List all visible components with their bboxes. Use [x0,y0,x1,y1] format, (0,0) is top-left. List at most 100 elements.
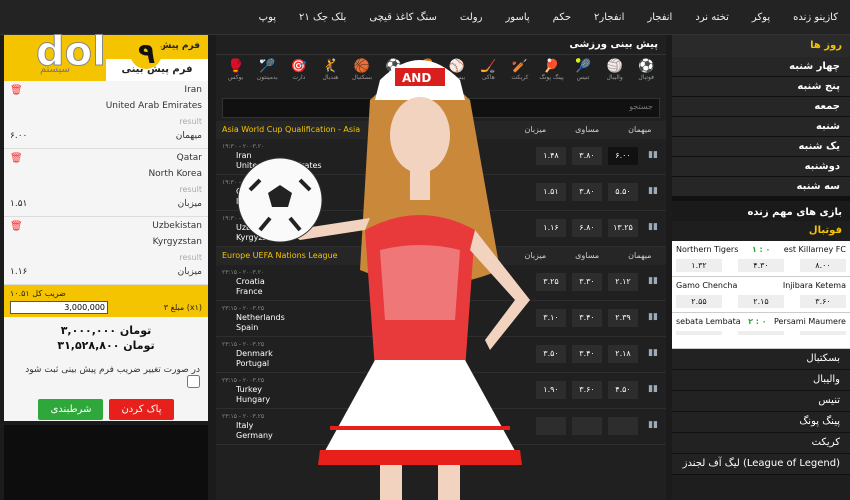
trash-icon[interactable]: 🗑 [10,153,23,164]
sport-link[interactable]: والیبال [672,370,850,391]
right-sidebar: روز ها چهار شنبه پنج شنبه جمعه شنبه یک شنبه د… [672,35,850,500]
top-nav-link[interactable]: پاسور [505,12,529,23]
live-match[interactable]: Gamo Chencha Injibara Ketema ۲.۵۵ ۲.۱۵ ۳.۶۰ [672,277,850,313]
day-item[interactable]: یک شنبه [672,137,850,157]
odds-change-option[interactable]: در صورت تغییر ضریب فرم پیش بینی ثبت شود [4,359,208,397]
day-item[interactable]: سه شنبه [672,177,850,197]
live-match[interactable]: sebata Lembata ۲ : ۰ Persami Maumere [672,313,850,349]
win-total: ۳۱,۵۲۸,۸۰۰ تومان [57,339,155,352]
live-odd-button[interactable]: ۳.۶۰ [800,295,846,308]
stats-icon[interactable]: ▮▮ [648,222,658,232]
live-odds: ۲.۵۵ ۲.۱۵ ۳.۶۰ [676,295,846,308]
live-score: ۱ : ۰ [751,245,771,254]
clear-button[interactable]: پاک کردن [109,399,174,420]
top-nav-link[interactable]: انفجار۲ [594,12,624,23]
banner-video[interactable] [4,425,208,500]
odd-button[interactable]: ۱۳.۲۵ [608,219,638,237]
bet-pick: میزبان [177,199,202,209]
svg-text:dol: dol [36,29,106,75]
stats-icon[interactable]: ▮▮ [648,276,658,286]
bet-slip-item: 🗑 Qatar North Korea result میزبان ۱.۵۱ [4,149,208,217]
odds-column-header: میهمان [628,125,652,134]
bet-result: result [179,253,202,262]
live-away: Persami Maumere [773,317,846,326]
odd-button[interactable]: ۶.۰۰ [608,147,638,165]
stats-icon[interactable]: ▮▮ [648,186,658,196]
live-odd-button[interactable]: ۲.۱۵ [738,295,784,308]
live-odd-button[interactable] [800,331,846,335]
top-nav-link[interactable]: تخته نرد [695,12,729,23]
site-logo[interactable]: dol ۹ [34,27,174,76]
bet-team-home: Uzbekistan [152,221,202,231]
bet-slip-actions: شرطبندی پاک کردن [4,397,208,422]
day-item[interactable]: شنبه [672,117,850,137]
top-nav-link[interactable]: حکم [553,12,571,23]
stats-icon[interactable]: ▮▮ [648,384,658,394]
bet-slip-items: 🗑 Iran United Arab Emirates result میهمان ۶.۰… [4,81,208,285]
day-item[interactable]: چهار شنبه [672,57,850,77]
sport-icon: ⚽ [638,59,655,74]
submit-bet-button[interactable]: شرطبندی [38,399,104,420]
live-away: Injibara Ketema [782,281,846,290]
live-match[interactable]: Northern Tigers ۱ : ۰ est Killarney FC ۱.۳۲… [672,241,850,277]
live-odd-button[interactable] [738,331,784,335]
trash-icon[interactable]: 🗑 [10,85,23,96]
live-odd-button[interactable]: ۲.۵۵ [676,295,722,308]
live-score: ۲ : ۰ [748,317,767,326]
stake-total: ۳,۰۰۰,۰۰۰ تومان [60,324,152,337]
live-odd-button[interactable]: ۸.۰۰ [800,259,846,272]
top-nav-link[interactable]: کازینو زنده [793,12,838,23]
top-nav-link[interactable]: سنگ کاغذ قیچی [369,12,437,23]
odd-button[interactable]: ۵.۵۰ [608,183,638,201]
sport-link[interactable]: پینگ پونگ [672,412,850,433]
live-header[interactable]: بازی های مهم زنده [672,197,850,221]
live-odd-button[interactable]: ۱.۳۲ [676,259,722,272]
bet-result: result [179,185,202,194]
amount-input[interactable] [10,301,108,314]
stats-icon[interactable]: ▮▮ [648,420,658,430]
sport-link[interactable]: لیگ آف لجندز (League of Legend) [672,454,850,475]
days-header[interactable]: روز ها [672,35,850,57]
live-odd-button[interactable]: ۴.۳۰ [738,259,784,272]
sport-link[interactable]: تنیس [672,391,850,412]
bet-team-away: United Arab Emirates [105,101,202,111]
bet-pick: میهمان [175,131,202,141]
odd-button[interactable]: ۲.۱۸ [608,345,638,363]
trash-icon[interactable]: 🗑 [10,221,23,232]
app-root: کازینو زنده پوکر تخته نرد انفجار انفجار۲ حکم پ… [0,0,850,500]
bet-odd: ۶.۰۰ [10,131,28,141]
odds-change-checkbox[interactable] [187,375,200,388]
stats-icon[interactable]: ▮▮ [648,312,658,322]
stats-icon[interactable]: ▮▮ [648,150,658,160]
live-teams: sebata Lembata ۲ : ۰ Persami Maumere [676,317,846,326]
odd-button[interactable]: ۲.۱۲ [608,273,638,291]
top-nav-link[interactable]: بلک جک ۲۱ [299,12,346,23]
day-item[interactable]: پنج شنبه [672,77,850,97]
live-away: est Killarney FC [783,245,846,254]
top-nav-link[interactable]: پوپ [259,12,276,23]
bet-team-away: Kyrgyzstan [152,237,202,247]
day-item[interactable]: جمعه [672,97,850,117]
top-nav-link[interactable]: انفجار [647,12,672,23]
bet-slip-item: 🗑 Uzbekistan Kyrgyzstan result میزبان ۱.۱۶ [4,217,208,285]
amount-label: ۳ مبلغ (x۱) [163,303,202,312]
odd-button[interactable]: ۴.۵۰ [608,381,638,399]
live-home: sebata Lembata [676,317,741,326]
live-home: Gamo Chencha [676,281,738,290]
live-football-label[interactable]: فوتبال [672,221,850,241]
day-item[interactable]: دوشنبه [672,157,850,177]
sport-filter-0[interactable]: ⚽ فوتبال [632,59,660,91]
sport-link[interactable]: کریکت [672,433,850,454]
sport-link[interactable]: بسکتبال [672,349,850,370]
top-nav-link[interactable]: رولت [460,12,483,23]
odd-button[interactable] [608,417,638,435]
live-teams: Gamo Chencha Injibara Ketema [676,281,846,290]
odd-button[interactable]: ۲.۳۹ [608,309,638,327]
live-odd-button[interactable] [676,331,722,335]
top-nav-link[interactable]: پوکر [752,12,770,23]
odds-change-label: در صورت تغییر ضریب فرم پیش بینی ثبت شود [25,365,200,375]
bet-pick: میزبان [177,267,202,277]
stats-icon[interactable]: ▮▮ [648,348,658,358]
days-header-label: روز ها [810,40,842,51]
total-odds: ضریب کل ۱۰.۵۱ [10,289,66,298]
